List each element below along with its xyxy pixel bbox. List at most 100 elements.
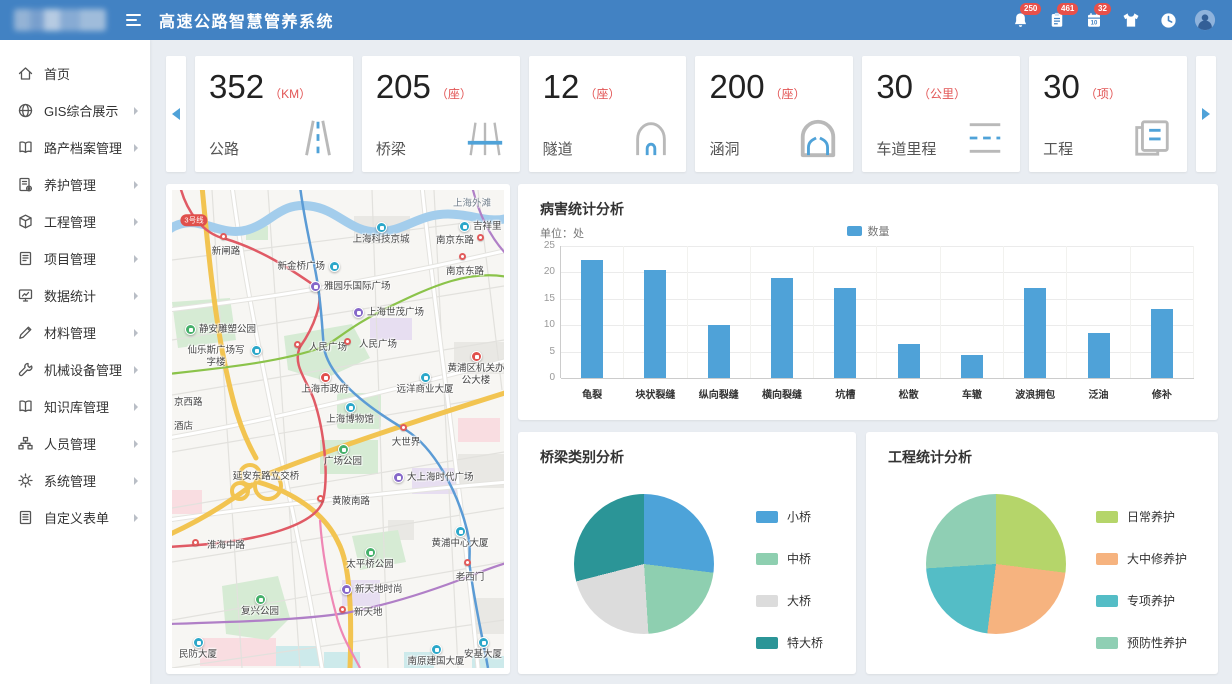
tshirt-icon[interactable] bbox=[1120, 9, 1142, 31]
stat-label: 隧道 bbox=[543, 138, 573, 159]
menu-collapse-icon[interactable] bbox=[126, 14, 141, 26]
poi-icon[interactable] bbox=[365, 547, 376, 558]
poi-icon[interactable] bbox=[310, 281, 321, 292]
sidebar-item-label: 机械设备管理 bbox=[44, 360, 134, 379]
map-labels: 上海外滩3号线新闸路上海科技京城吉祥里南京东路南京东路新金桥广场雅园乐国际广场上… bbox=[172, 190, 504, 668]
bar-slot: 松散 bbox=[878, 246, 941, 378]
chevron-right-icon bbox=[134, 514, 138, 522]
panel-title: 工程统计分析 bbox=[888, 447, 1218, 467]
clipboard-icon[interactable]: 461 bbox=[1046, 9, 1068, 31]
poi-icon[interactable] bbox=[329, 261, 340, 272]
stat-card-highway[interactable]: 352（KM）公路 bbox=[195, 56, 353, 172]
poi-icon[interactable] bbox=[338, 444, 349, 455]
topbar-icons: 250 461 1032 bbox=[1009, 9, 1216, 31]
stat-unit: （公里） bbox=[918, 85, 966, 102]
bridge-icon bbox=[462, 117, 508, 164]
metro-icon[interactable] bbox=[220, 233, 227, 240]
poi-icon[interactable] bbox=[353, 307, 364, 318]
stat-card-lane-mileage[interactable]: 30（公里）车道里程 bbox=[862, 56, 1020, 172]
poi-icon[interactable] bbox=[185, 324, 196, 335]
map[interactable]: 上海外滩3号线新闸路上海科技京城吉祥里南京东路南京东路新金桥广场雅园乐国际广场上… bbox=[172, 190, 504, 668]
y-axis-tick: 5 bbox=[529, 346, 555, 357]
sidebar-item-maintenance[interactable]: 养护管理 bbox=[0, 166, 150, 203]
poi-icon[interactable] bbox=[255, 594, 266, 605]
legend-label: 专项养护 bbox=[1127, 592, 1175, 609]
poi-icon[interactable] bbox=[478, 637, 489, 648]
sidebar-item-material[interactable]: 材料管理 bbox=[0, 314, 150, 351]
legend-item[interactable]: 小桥 bbox=[756, 508, 823, 525]
stat-unit: （座） bbox=[584, 85, 620, 102]
sidebar-item-engineering[interactable]: 工程管理 bbox=[0, 203, 150, 240]
poi-icon[interactable] bbox=[320, 372, 331, 383]
metro-icon[interactable] bbox=[477, 234, 484, 241]
stat-card-tunnel[interactable]: 12（座） 隧道 bbox=[529, 56, 687, 172]
poi-icon[interactable] bbox=[455, 526, 466, 537]
poi-icon[interactable] bbox=[376, 222, 387, 233]
poi-icon[interactable] bbox=[193, 637, 204, 648]
metro-icon[interactable] bbox=[464, 559, 471, 566]
map-label-text: 黄浦中心大厦 bbox=[431, 538, 488, 550]
stat-value: 12 bbox=[543, 68, 580, 106]
metro-icon[interactable] bbox=[400, 424, 407, 431]
sidebar-item-project[interactable]: 项目管理 bbox=[0, 240, 150, 277]
x-axis-label: 修补 bbox=[1131, 386, 1193, 401]
metro-icon[interactable] bbox=[317, 495, 324, 502]
legend-item[interactable]: 特大桥 bbox=[756, 634, 823, 651]
metro-icon[interactable] bbox=[192, 539, 199, 546]
legend-label: 预防性养护 bbox=[1127, 634, 1187, 651]
carousel-next-button[interactable] bbox=[1196, 56, 1216, 172]
carousel-prev-button[interactable] bbox=[166, 56, 186, 172]
stat-label: 桥梁 bbox=[376, 138, 406, 159]
legend-item[interactable]: 大中修养护 bbox=[1096, 550, 1187, 567]
notification-badge: 32 bbox=[1094, 3, 1111, 15]
sidebar-item-archives[interactable]: 路产档案管理 bbox=[0, 129, 150, 166]
sidebar-item-statistics[interactable]: 数据统计 bbox=[0, 277, 150, 314]
bar-龟裂 bbox=[581, 260, 603, 378]
legend-item[interactable]: 专项养护 bbox=[1096, 592, 1187, 609]
poi-icon[interactable] bbox=[341, 584, 352, 595]
poi-icon[interactable] bbox=[393, 472, 404, 483]
sidebar-item-system[interactable]: 系统管理 bbox=[0, 462, 150, 499]
poi-icon[interactable] bbox=[345, 402, 356, 413]
bar-chart-legend[interactable]: 数量 bbox=[518, 223, 1218, 239]
poi-icon[interactable] bbox=[420, 372, 431, 383]
poi-icon[interactable] bbox=[251, 345, 262, 356]
stat-card-bridge[interactable]: 205（座）桥梁 bbox=[362, 56, 520, 172]
sidebar-item-custom-form[interactable]: 自定义表单 bbox=[0, 499, 150, 536]
legend-item[interactable]: 预防性养护 bbox=[1096, 634, 1187, 651]
map-label-text: 人民广场 bbox=[359, 339, 397, 351]
sidebar-item-equipment[interactable]: 机械设备管理 bbox=[0, 351, 150, 388]
clock-icon[interactable] bbox=[1157, 9, 1179, 31]
bar-车辙 bbox=[961, 355, 983, 378]
map-label-text: 太平桥公园 bbox=[346, 559, 394, 571]
bell-icon[interactable]: 250 bbox=[1009, 9, 1031, 31]
chevron-right-icon bbox=[134, 329, 138, 337]
poi-icon[interactable] bbox=[431, 644, 442, 655]
poi-icon[interactable] bbox=[459, 221, 470, 232]
sidebar-item-knowledge[interactable]: 知识库管理 bbox=[0, 388, 150, 425]
legend-item[interactable]: 大桥 bbox=[756, 592, 823, 609]
avatar-icon[interactable] bbox=[1194, 9, 1216, 31]
project-pie-chart bbox=[926, 494, 1066, 634]
chevron-right-icon bbox=[134, 292, 138, 300]
gear-icon bbox=[17, 472, 34, 489]
legend-item[interactable]: 中桥 bbox=[756, 550, 823, 567]
stat-cards-carousel: 352（KM）公路205（座）桥梁 12（座） 隧道 200（座）涵洞30（公里）车道… bbox=[166, 56, 1216, 172]
sidebar-item-home[interactable]: 首页 bbox=[0, 55, 150, 92]
legend-item[interactable]: 日常养护 bbox=[1096, 508, 1187, 525]
sidebar-item-personnel[interactable]: 人员管理 bbox=[0, 425, 150, 462]
stat-card-culvert[interactable]: 200（座）涵洞 bbox=[695, 56, 853, 172]
metro-icon[interactable] bbox=[459, 253, 466, 260]
stat-card-project[interactable]: 30（项）工程 bbox=[1029, 56, 1187, 172]
map-label-text: 静安雕塑公园 bbox=[199, 324, 256, 336]
metro-icon[interactable] bbox=[344, 338, 351, 345]
sidebar-item-gis[interactable]: GIS综合展示 bbox=[0, 92, 150, 129]
map-label-text: 新天地时尚 bbox=[355, 584, 403, 596]
map-panel: 上海外滩3号线新闸路上海科技京城吉祥里南京东路南京东路新金桥广场雅园乐国际广场上… bbox=[166, 184, 510, 674]
calendar-icon[interactable]: 1032 bbox=[1083, 9, 1105, 31]
metro-icon[interactable] bbox=[339, 606, 346, 613]
metro-icon[interactable] bbox=[294, 341, 301, 348]
road-icon bbox=[295, 117, 341, 164]
poi-icon[interactable] bbox=[471, 351, 482, 362]
map-label-text: 雅园乐国际广场 bbox=[324, 281, 391, 293]
